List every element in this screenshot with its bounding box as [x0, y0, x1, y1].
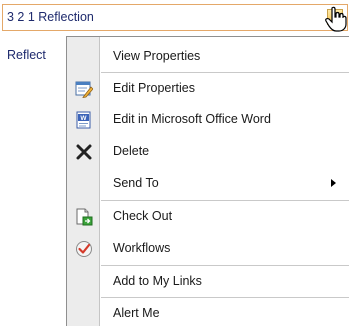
submenu-arrow-icon	[331, 179, 336, 187]
menu-item-send-to[interactable]: Send To	[67, 168, 349, 199]
svg-text:W: W	[80, 115, 87, 122]
menu-item-edit-properties[interactable]: Edit Properties	[67, 73, 349, 104]
menu-item-edit-in-word[interactable]: W Edit in Microsoft Office Word	[67, 104, 349, 135]
selected-item-row[interactable]: 3 2 1 Reflection	[2, 4, 348, 32]
workflows-icon	[76, 241, 92, 257]
hand-pointer-icon	[325, 6, 347, 32]
item-context-menu: View Properties Edit Properties W Edit i…	[66, 36, 349, 326]
menu-item-label: Check Out	[113, 209, 173, 223]
menu-item-check-out[interactable]: Check Out	[67, 201, 349, 232]
menu-item-alert-me[interactable]: Alert Me	[67, 298, 349, 329]
menu-item-workflows[interactable]: Workflows	[67, 233, 349, 264]
menu-item-delete[interactable]: Delete	[67, 136, 349, 167]
item-title-behind-menu[interactable]: Reflect	[7, 48, 46, 62]
menu-item-label: Add to My Links	[113, 274, 202, 288]
menu-item-label: View Properties	[113, 49, 201, 63]
edit-properties-icon	[75, 81, 93, 98]
menu-item-add-to-my-links[interactable]: Add to My Links	[67, 266, 349, 297]
word-document-icon: W	[76, 111, 91, 129]
menu-item-label: Edit Properties	[113, 81, 195, 95]
menu-item-view-properties[interactable]: View Properties	[67, 41, 349, 72]
item-title[interactable]: 3 2 1 Reflection	[7, 10, 94, 24]
menu-item-label: Edit in Microsoft Office Word	[113, 112, 271, 126]
menu-item-label: Delete	[113, 144, 150, 158]
menu-item-label: Send To	[113, 176, 159, 190]
delete-x-icon	[76, 144, 92, 160]
check-out-icon	[76, 208, 93, 226]
menu-item-label: Workflows	[113, 241, 171, 255]
menu-item-label: Alert Me	[113, 306, 160, 320]
